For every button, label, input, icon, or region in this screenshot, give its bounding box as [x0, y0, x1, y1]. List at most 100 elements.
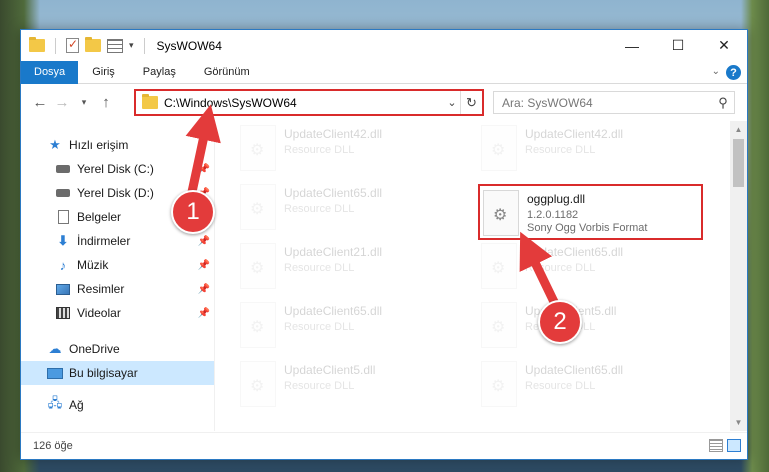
- sidebar-item-videos[interactable]: Videolar 📌: [21, 301, 214, 325]
- tab-home[interactable]: Giriş: [78, 61, 129, 84]
- close-button[interactable]: ✕: [701, 30, 747, 61]
- file-description: Resource DLL: [525, 262, 596, 274]
- tab-share[interactable]: Paylaş: [129, 61, 190, 84]
- scroll-down-icon[interactable]: ▼: [730, 414, 747, 431]
- pane-divider[interactable]: [214, 121, 215, 431]
- tiles-view-icon[interactable]: [727, 439, 741, 452]
- maximize-button[interactable]: ☐: [655, 30, 701, 61]
- refresh-icon[interactable]: ↻: [460, 91, 482, 114]
- file-item[interactable]: UpdateClient65.dll Resource DLL: [481, 361, 721, 415]
- expand-ribbon-icon[interactable]: ⌄: [712, 66, 720, 77]
- file-item[interactable]: UpdateClient5.dllResource DLL: [240, 361, 480, 415]
- star-icon: ★: [49, 137, 61, 152]
- file-item[interactable]: UpdateClient65.dll Resource DLL: [481, 243, 721, 297]
- scroll-up-icon[interactable]: ▲: [730, 121, 747, 138]
- dll-file-icon: [483, 190, 519, 236]
- file-name: UpdateClient65.dll: [525, 245, 624, 259]
- file-description: Resource DLL: [284, 203, 355, 215]
- properties-check-icon[interactable]: [66, 37, 79, 53]
- file-item[interactable]: UpdateClient21.dll Resource DLL: [240, 243, 480, 297]
- pin-icon[interactable]: 📌: [198, 260, 210, 271]
- document-icon: [55, 209, 71, 225]
- file-item[interactable]: UpdateClient42.dll Resource DLL: [481, 125, 721, 179]
- details-view-icon[interactable]: [709, 439, 723, 452]
- up-arrow-icon[interactable]: ↑: [95, 94, 117, 111]
- address-dropdown-icon[interactable]: ⌄: [444, 96, 460, 109]
- sidebar-item-music[interactable]: ♪ Müzik 📌: [21, 253, 214, 277]
- sidebar-item-label: Resimler: [77, 282, 125, 296]
- pin-icon[interactable]: 📌: [198, 236, 210, 247]
- title-bar: ▾ SysWOW64 — ☐ ✕: [21, 30, 747, 61]
- computer-icon: [47, 365, 63, 381]
- help-icon[interactable]: ?: [726, 65, 741, 80]
- sidebar-item-network[interactable]: 🖧 Ağ: [21, 393, 214, 417]
- file-description: Resource DLL: [284, 144, 355, 156]
- file-name: UpdateClient5.dll: [284, 363, 376, 377]
- sidebar-item-quick-access[interactable]: ★ Hızlı erişim: [21, 133, 214, 157]
- sidebar-item-this-pc[interactable]: Bu bilgisayar: [21, 361, 214, 385]
- sidebar-item-local-disk-c[interactable]: Yerel Disk (C:) 📌: [21, 157, 214, 181]
- minimize-button[interactable]: —: [609, 30, 655, 61]
- file-name: UpdateClient42.dll: [284, 127, 383, 141]
- ribbon-tabs: Dosya Giriş Paylaş Görünüm ⌄ ?: [21, 60, 747, 84]
- file-item[interactable]: UpdateClient65.dll Resource DLL: [240, 184, 480, 238]
- sidebar-item-label: OneDrive: [69, 342, 120, 356]
- videos-icon: [55, 305, 71, 321]
- new-folder-icon[interactable]: [85, 37, 101, 52]
- recent-locations-icon[interactable]: ▾: [73, 97, 95, 108]
- download-icon: ⬇: [57, 233, 69, 248]
- file-explorer-window: ▾ SysWOW64 — ☐ ✕ Dosya Giriş Paylaş Görü…: [20, 29, 748, 460]
- item-count: 126 öğe: [33, 440, 73, 452]
- back-arrow-icon[interactable]: ←: [29, 94, 51, 111]
- toolbar-divider: [55, 37, 56, 54]
- search-icon[interactable]: ⚲: [712, 95, 734, 111]
- view-toggle: [709, 439, 741, 452]
- pin-icon[interactable]: 📌: [198, 308, 210, 319]
- sidebar-item-label: Bu bilgisayar: [69, 366, 138, 380]
- tab-file[interactable]: Dosya: [21, 60, 79, 84]
- file-item[interactable]: UpdateClient65.dll Resource DLL: [240, 302, 480, 356]
- file-description: Resource DLL: [525, 144, 596, 156]
- dll-file-icon: [481, 361, 517, 407]
- tab-view[interactable]: Görünüm: [190, 61, 264, 84]
- dll-file-icon: [481, 302, 517, 348]
- folder-icon: [29, 37, 45, 52]
- pictures-icon: [55, 281, 71, 297]
- pin-icon[interactable]: 📌: [198, 284, 210, 295]
- properties-icon[interactable]: [107, 38, 123, 53]
- file-item[interactable]: UpdateClient42.dll Resource DLL: [240, 125, 480, 179]
- navigation-bar: ← → ▾ ↑ C:\Windows\SysWOW64 ⌄ ↻ Ara: Sys…: [21, 84, 747, 121]
- music-icon: ♪: [59, 257, 67, 273]
- sidebar-item-label: Müzik: [77, 258, 109, 272]
- file-item-oggplug[interactable]: oggplug.dll 1.2.0.1182 Sony Ogg Vorbis F…: [478, 184, 703, 240]
- file-item[interactable]: UpdateClient5.dllResource DLL: [481, 302, 721, 356]
- quick-access-toolbar: ▾: [21, 37, 149, 54]
- step-1-badge: 1: [171, 190, 215, 234]
- step-2-badge: 2: [538, 300, 582, 344]
- dll-file-icon: [240, 361, 276, 407]
- file-name: UpdateClient65.dll: [284, 186, 383, 200]
- sidebar-item-onedrive[interactable]: ☁ OneDrive: [21, 337, 214, 361]
- sidebar-item-pictures[interactable]: Resimler 📌: [21, 277, 214, 301]
- drive-icon: [55, 185, 71, 201]
- customize-toolbar-icon[interactable]: ▾: [129, 40, 134, 51]
- sidebar-item-label: İndirmeler: [77, 234, 131, 248]
- scrollbar-thumb[interactable]: [733, 139, 744, 187]
- vertical-scrollbar[interactable]: ▲ ▼: [730, 121, 747, 431]
- file-name: oggplug.dll: [527, 192, 586, 206]
- forward-arrow-icon[interactable]: →: [51, 94, 73, 111]
- dll-file-icon: [481, 243, 517, 289]
- dll-file-icon: [240, 302, 276, 348]
- address-path[interactable]: C:\Windows\SysWOW64: [164, 96, 444, 110]
- sidebar-item-label: Hızlı erişim: [69, 138, 129, 152]
- file-name: UpdateClient21.dll: [284, 245, 383, 259]
- window-title: SysWOW64: [156, 38, 222, 53]
- dll-file-icon: [481, 125, 517, 171]
- file-description: Sony Ogg Vorbis Format: [527, 222, 648, 234]
- sidebar-item-label: Yerel Disk (C:): [77, 162, 154, 176]
- address-bar[interactable]: C:\Windows\SysWOW64 ⌄ ↻: [134, 89, 484, 116]
- file-description: Resource DLL: [525, 380, 596, 392]
- pin-icon[interactable]: 📌: [198, 164, 210, 175]
- search-input[interactable]: Ara: SysWOW64 ⚲: [493, 91, 735, 114]
- file-name: UpdateClient65.dll: [284, 304, 383, 318]
